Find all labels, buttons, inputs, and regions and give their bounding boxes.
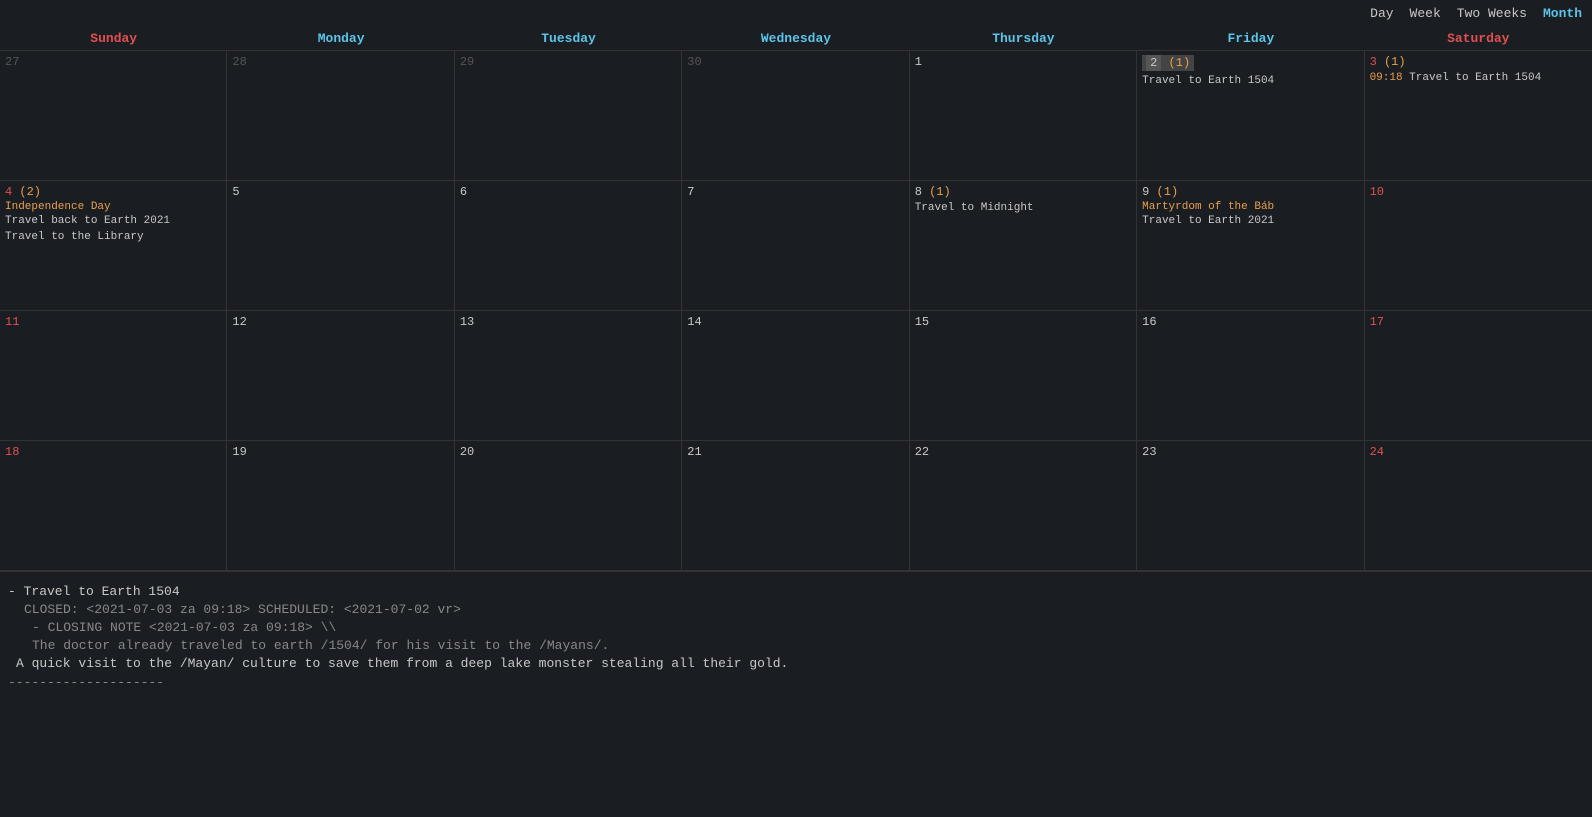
schedule-panel: - Travel to Earth 1504 CLOSED: <2021-07-…	[0, 571, 1592, 696]
day-number: 14	[687, 315, 903, 329]
calendar-event[interactable]: 09:18 Travel to Earth 1504	[1370, 71, 1587, 86]
calendar-cell[interactable]: 21	[682, 441, 909, 571]
calendar-cell[interactable]: 1	[910, 51, 1137, 181]
day-number: 1	[915, 55, 1131, 69]
calendar-cell[interactable]: 14	[682, 311, 909, 441]
header-friday: Friday	[1137, 27, 1364, 50]
day-number: 5	[232, 185, 448, 199]
header-wednesday: Wednesday	[682, 27, 909, 50]
event-time: 09:18	[1370, 72, 1410, 84]
day-number: 16	[1142, 315, 1358, 329]
calendar-cell[interactable]: 19	[227, 441, 454, 571]
schedule-item-title: - Travel to Earth 1504	[8, 584, 1584, 599]
calendar-cell[interactable]: 13	[455, 311, 682, 441]
schedule-description: A quick visit to the /Mayan/ culture to …	[16, 656, 1584, 671]
calendar-cell[interactable]: 24	[1365, 441, 1592, 571]
holiday-label: Martyrdom of the Báb	[1142, 201, 1358, 213]
calendar-cell[interactable]: 5	[227, 181, 454, 311]
calendar-cell[interactable]: 3 (1) 09:18 Travel to Earth 1504	[1365, 51, 1592, 181]
day-number: 28	[232, 55, 448, 69]
day-number: 27	[5, 55, 221, 69]
day-number: 7	[687, 185, 903, 199]
day-number: 11	[5, 315, 221, 329]
day-number: 6	[460, 185, 676, 199]
calendar-header: Day Week Two Weeks Month	[0, 0, 1592, 27]
calendar-cell[interactable]: 12	[227, 311, 454, 441]
calendar-cell[interactable]: 9 (1) Martyrdom of the BábTravel to Earth…	[1137, 181, 1364, 311]
day-number: 20	[460, 445, 676, 459]
day-number: 24	[1370, 445, 1587, 459]
calendar-cell[interactable]: 6	[455, 181, 682, 311]
header-monday: Monday	[227, 27, 454, 50]
calendar-cell[interactable]: 27	[0, 51, 227, 181]
schedule-note-label: - CLOSING NOTE <2021-07-03 za 09:18> \\	[32, 620, 1584, 635]
schedule-note-body: The doctor already traveled to earth /15…	[32, 638, 1584, 653]
calendar-cell[interactable]: 29	[455, 51, 682, 181]
day-headers-row: Sunday Monday Tuesday Wednesday Thursday…	[0, 27, 1592, 51]
day-number: 13	[460, 315, 676, 329]
calendar-cell[interactable]: 23	[1137, 441, 1364, 571]
header-thursday: Thursday	[910, 27, 1137, 50]
calendar-cell[interactable]: 17	[1365, 311, 1592, 441]
view-selector: Day Week Two Weeks Month	[1370, 6, 1582, 21]
two-weeks-view-button[interactable]: Two Weeks	[1457, 6, 1527, 21]
day-number: 9 (1)	[1142, 185, 1358, 199]
header-saturday: Saturday	[1365, 27, 1592, 50]
day-number: 23	[1142, 445, 1358, 459]
calendar-cell[interactable]: 15	[910, 311, 1137, 441]
calendar-cell[interactable]: 4 (2) Independence DayTravel back to Eart…	[0, 181, 227, 311]
event-title: Travel to Earth 1504	[1409, 72, 1541, 84]
day-number: 4 (2)	[5, 185, 221, 199]
calendar-cell[interactable]: 16	[1137, 311, 1364, 441]
day-number: 21	[687, 445, 903, 459]
calendar-cell[interactable]: 18	[0, 441, 227, 571]
day-number: 15	[915, 315, 1131, 329]
schedule-items: - Travel to Earth 1504 CLOSED: <2021-07-…	[8, 584, 1584, 671]
calendar-event[interactable]: Travel to the Library	[5, 230, 221, 245]
calendar-event[interactable]: Travel to Earth 2021	[1142, 214, 1358, 229]
day-number: 3 (1)	[1370, 55, 1587, 69]
day-number: 29	[460, 55, 676, 69]
calendar-cell[interactable]: 22	[910, 441, 1137, 571]
schedule-meta: CLOSED: <2021-07-03 za 09:18> SCHEDULED:…	[24, 602, 1584, 617]
schedule-divider: --------------------	[8, 675, 1584, 690]
week-view-button[interactable]: Week	[1410, 6, 1441, 21]
calendar-event[interactable]: Travel to Earth 1504	[1142, 74, 1358, 89]
day-number: 10	[1370, 185, 1587, 199]
day-number: 22	[915, 445, 1131, 459]
day-view-button[interactable]: Day	[1370, 6, 1393, 21]
day-number: 17	[1370, 315, 1587, 329]
day-number: 8 (1)	[915, 185, 1131, 199]
calendar: Sunday Monday Tuesday Wednesday Thursday…	[0, 27, 1592, 571]
day-number: 2 (1)	[1142, 55, 1194, 71]
day-number: 19	[232, 445, 448, 459]
calendar-cell[interactable]: 2 (1) Travel to Earth 1504	[1137, 51, 1364, 181]
calendar-grid: 27 28 29 30 1 2 (1) Travel to Earth 1504 3 (1) 0…	[0, 51, 1592, 571]
calendar-event[interactable]: Travel back to Earth 2021	[5, 214, 221, 229]
calendar-cell[interactable]: 28	[227, 51, 454, 181]
calendar-cell[interactable]: 10	[1365, 181, 1592, 311]
calendar-cell[interactable]: 20	[455, 441, 682, 571]
header-sunday: Sunday	[0, 27, 227, 50]
calendar-cell[interactable]: 11	[0, 311, 227, 441]
day-number: 18	[5, 445, 221, 459]
holiday-label: Independence Day	[5, 201, 221, 213]
calendar-cell[interactable]: 7	[682, 181, 909, 311]
calendar-event[interactable]: Travel to Midnight	[915, 201, 1131, 216]
calendar-cell[interactable]: 8 (1) Travel to Midnight	[910, 181, 1137, 311]
month-view-button[interactable]: Month	[1543, 6, 1582, 21]
calendar-cell[interactable]: 30	[682, 51, 909, 181]
day-number: 12	[232, 315, 448, 329]
day-number: 30	[687, 55, 903, 69]
header-tuesday: Tuesday	[455, 27, 682, 50]
